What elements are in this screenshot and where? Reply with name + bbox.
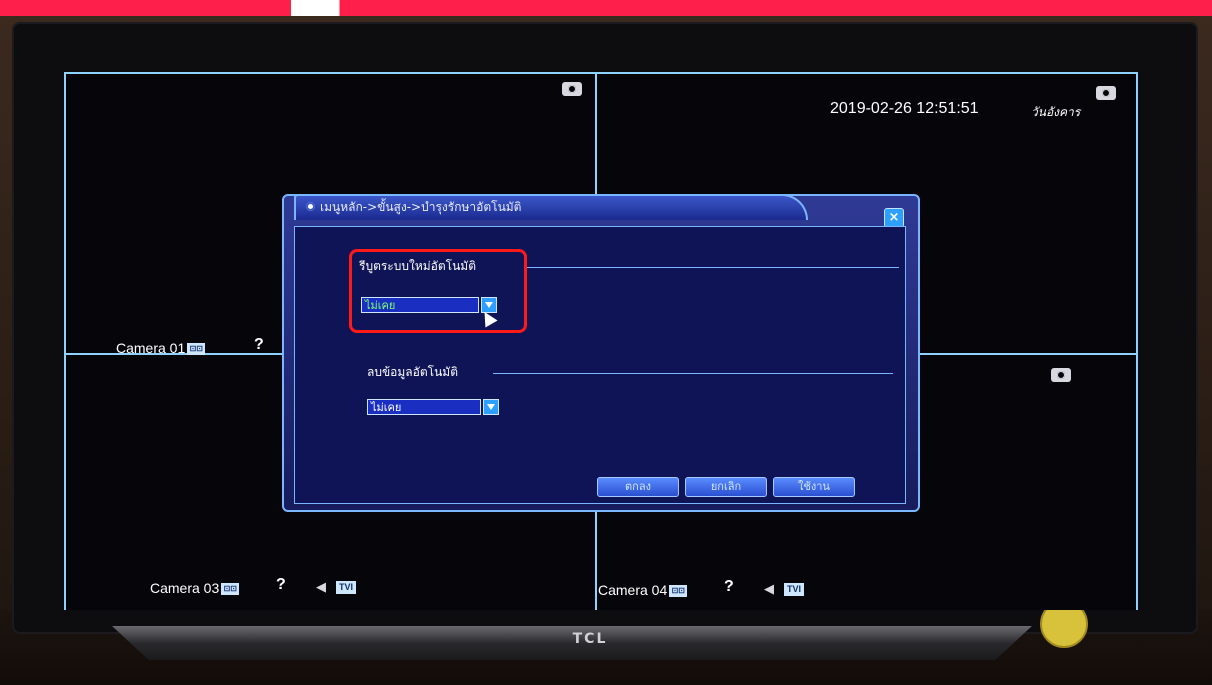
chevron-down-icon[interactable] — [483, 399, 499, 415]
help-icon[interactable]: ? — [276, 576, 286, 594]
tvi-badge: TVI — [336, 581, 357, 594]
recording-badge: ⊡⊡ — [669, 585, 688, 598]
auto-maintenance-dialog: เมนูหลัก->ขั้นสูง->บำรุงรักษาอัตโนมัติ ×… — [282, 194, 920, 512]
snapshot-icon[interactable] — [1096, 86, 1116, 100]
dialog-body: รีบูตระบบใหม่อัตโนมัติ ไม่เคย ลบข้อมูลอั… — [294, 226, 906, 504]
help-icon[interactable]: ? — [254, 336, 264, 354]
tv-brand-logo: TCL — [572, 631, 608, 647]
top-banner — [0, 0, 1212, 16]
close-button[interactable]: × — [884, 208, 904, 228]
highlight-annotation — [349, 249, 527, 333]
dialog-title-tab: เมนูหลัก->ขั้นสูง->บำรุงรักษาอัตโนมัติ — [294, 194, 808, 220]
camera-label-text: Camera 01 — [116, 340, 186, 356]
camera-label-text: Camera 03 — [150, 580, 220, 596]
dialog-breadcrumb: เมนูหลัก->ขั้นสูง->บำรุงรักษาอัตโนมัติ — [320, 200, 522, 214]
recording-badge: ⊡⊡ — [187, 343, 206, 356]
ok-button[interactable]: ตกลง — [597, 477, 679, 497]
auto-reboot-value: ไม่เคย — [365, 299, 396, 312]
recording-badge: ⊡⊡ — [221, 583, 240, 596]
snapshot-icon[interactable] — [1051, 368, 1071, 382]
tvi-badge: TVI — [784, 583, 805, 596]
camera-04-label: Camera 04 ⊡⊡ — [598, 582, 688, 598]
grid-line-right — [1136, 72, 1138, 610]
auto-delete-value: ไม่เคย — [371, 401, 402, 414]
dvr-screen: 2019-02-26 12:51:51 วันอังคาร Camera 01 ⊡… — [64, 72, 1138, 610]
apply-button[interactable]: ใช้งาน — [773, 477, 855, 497]
speaker-icon: ◀ — [316, 580, 326, 595]
grid-line-left — [64, 72, 66, 610]
menu-bullet-icon — [306, 202, 315, 211]
auto-delete-select[interactable]: ไม่เคย — [367, 399, 481, 415]
weekday-display: วันอังคาร — [1031, 105, 1081, 119]
datetime-display: 2019-02-26 12:51:51 — [830, 100, 979, 117]
camera-03-label: Camera 03 ⊡⊡ — [150, 580, 240, 596]
group-divider — [493, 373, 893, 374]
snapshot-icon[interactable] — [562, 82, 582, 96]
speaker-icon: ◀ — [764, 582, 774, 597]
cancel-button[interactable]: ยกเลิก — [685, 477, 767, 497]
help-icon[interactable]: ? — [724, 578, 734, 596]
grid-line-top — [64, 72, 1138, 74]
auto-delete-label: ลบข้อมูลอัตโนมัติ — [367, 365, 458, 379]
camera-01-label: Camera 01 ⊡⊡ — [116, 340, 206, 356]
group-divider — [527, 267, 899, 268]
auto-reboot-select[interactable]: ไม่เคย — [361, 297, 479, 313]
camera-label-text: Camera 04 — [598, 582, 668, 598]
